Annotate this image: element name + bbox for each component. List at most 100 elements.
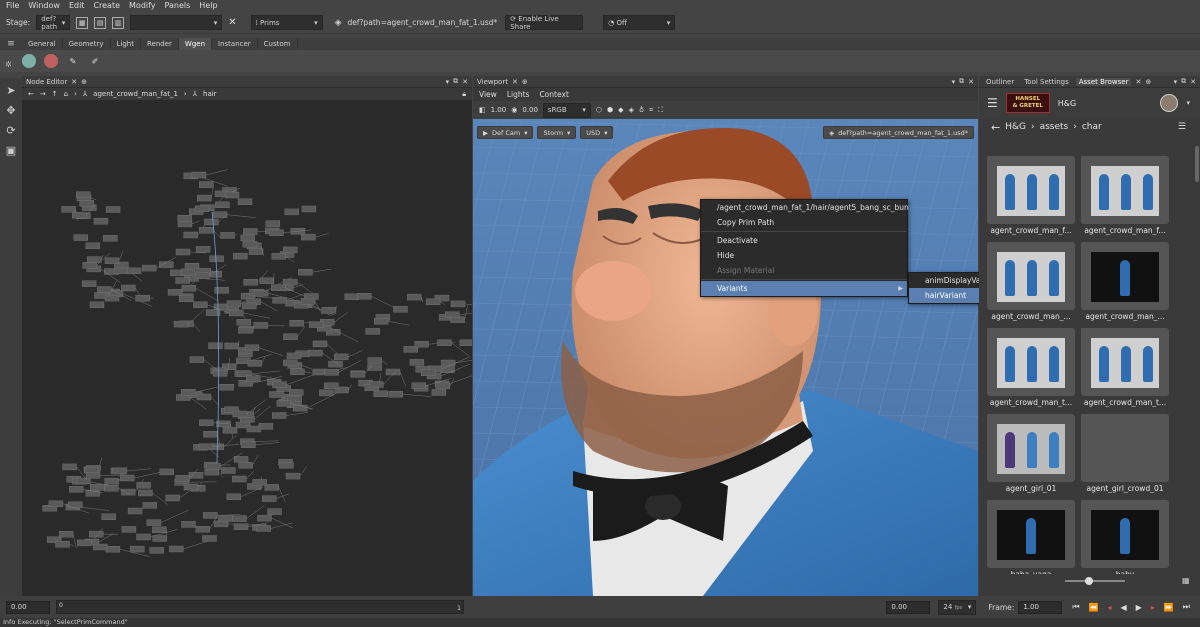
tab-geometry[interactable]: Geometry [63,38,111,50]
graph-node[interactable] [321,307,337,314]
graph-node[interactable] [159,468,174,476]
graph-node[interactable] [175,277,190,284]
context-item-1[interactable]: Copy Prim Path [701,215,907,230]
wgen-comb-icon[interactable]: ✐ [88,54,102,68]
graph-node[interactable] [48,500,64,507]
menu-help[interactable]: Help [199,1,217,10]
fps-dropdown[interactable]: 24 fps ▾ [938,599,977,615]
graph-node[interactable] [222,427,238,434]
graph-node[interactable] [242,241,258,248]
graph-node[interactable] [183,231,199,239]
tab-outliner[interactable]: Outliner [983,78,1017,86]
shelf-menu-icon[interactable]: ≡ [0,39,22,49]
graph-node[interactable] [204,468,219,476]
pin-icon[interactable]: ⊕ [1145,78,1151,86]
graph-node[interactable] [196,393,212,401]
graph-node[interactable] [188,472,204,479]
graph-node[interactable] [236,319,252,326]
prev-key-icon[interactable]: ⏪ [1089,603,1099,612]
graph-node[interactable] [202,512,218,519]
close-panel-icon[interactable]: ✕ [1190,78,1196,86]
graph-node[interactable] [256,525,271,532]
next-keyframe-icon[interactable]: ▸ [1151,603,1155,612]
graph-node[interactable] [248,248,264,255]
graph-node[interactable] [208,342,223,350]
graph-node[interactable] [407,293,422,301]
graph-node[interactable] [88,530,104,538]
graph-node[interactable] [431,389,447,396]
graph-node[interactable] [181,521,196,528]
graph-node[interactable] [232,515,247,522]
graph-node[interactable] [191,171,207,179]
graph-node[interactable] [374,318,389,325]
graph-node[interactable] [175,475,190,482]
graph-node[interactable] [130,545,145,553]
menu-modify[interactable]: Modify [129,1,156,10]
play-icon[interactable]: ▶ [1136,603,1142,612]
asset-tile[interactable]: agent_crowd_man_t... [1081,328,1169,408]
graph-node[interactable] [104,257,120,264]
graph-node[interactable] [183,483,199,491]
lock-icon[interactable]: 🔒︎ [462,90,466,99]
graph-node[interactable] [219,384,234,391]
start-frame-field[interactable]: 0.00 [6,600,50,614]
next-key-icon[interactable]: ⏩ [1164,603,1174,612]
tab-custom[interactable]: Custom [258,38,298,50]
graph-node[interactable] [243,228,258,235]
graph-node[interactable] [189,356,205,363]
frame-icon[interactable]: ⛶ [658,106,663,115]
graph-node[interactable] [73,234,88,241]
graph-node[interactable] [285,472,301,480]
graph-node[interactable] [202,535,217,542]
graph-node[interactable] [241,441,256,448]
graph-node[interactable] [240,234,255,242]
tab-render[interactable]: Render [141,38,179,50]
graph-node[interactable] [269,391,284,398]
graph-node[interactable] [79,199,94,207]
graph-node[interactable] [93,543,108,551]
graph-node[interactable] [104,485,119,492]
graph-node[interactable] [276,400,292,407]
graph-node[interactable] [180,268,196,276]
graph-node[interactable] [112,467,128,475]
stage-dropdown[interactable]: def?path ▾ [36,15,71,31]
graph-node[interactable] [214,287,229,294]
menu-panels[interactable]: Panels [165,1,191,10]
rotate-tool-icon[interactable]: ⟳ [3,122,19,138]
breadcrumb-root[interactable]: agent_crowd_man_fat_1 [93,90,178,98]
graph-node[interactable] [120,488,136,496]
open-stage-icon[interactable]: ▤ [94,16,107,29]
prims-dropdown[interactable]: ⁞ Prims ▾ [250,15,323,30]
graph-node[interactable] [55,541,70,548]
graph-node[interactable] [411,382,426,389]
crumb-hg[interactable]: H&G [1005,122,1026,132]
new-stage-icon[interactable]: ▦ [76,16,89,29]
graph-node[interactable] [72,212,87,219]
tab-general[interactable]: General [22,38,63,50]
select-tool-icon[interactable]: ➤ [3,82,19,98]
graph-node[interactable] [198,443,214,450]
graph-node[interactable] [367,357,382,364]
float-icon[interactable]: ⧉ [453,77,458,86]
node-graph[interactable] [22,102,472,596]
asset-tile[interactable]: agent_crowd_man_f... [987,156,1075,236]
colorspace-dropdown[interactable]: sRGB ▾ [542,102,591,118]
graph-node[interactable] [152,535,168,542]
graph-node[interactable] [238,327,253,334]
graph-node[interactable] [265,220,281,227]
graph-node[interactable] [246,375,261,382]
graph-node[interactable] [169,545,184,553]
context-item-3[interactable]: Hide [701,248,907,263]
graph-node[interactable] [206,463,221,470]
graph-node[interactable] [393,306,408,313]
graph-node[interactable] [271,284,286,291]
close-icon[interactable]: ✕ [1135,78,1141,86]
graph-node[interactable] [93,217,109,225]
graph-node[interactable] [365,328,380,335]
viewport-menu-context[interactable]: Context [539,90,568,99]
back-arrow-icon[interactable]: ← [991,121,1000,134]
panel-menu-icon[interactable]: ▾ [1174,78,1178,86]
graph-node[interactable] [114,267,129,274]
graph-node[interactable] [77,539,92,547]
crumb-char[interactable]: char [1082,122,1102,132]
